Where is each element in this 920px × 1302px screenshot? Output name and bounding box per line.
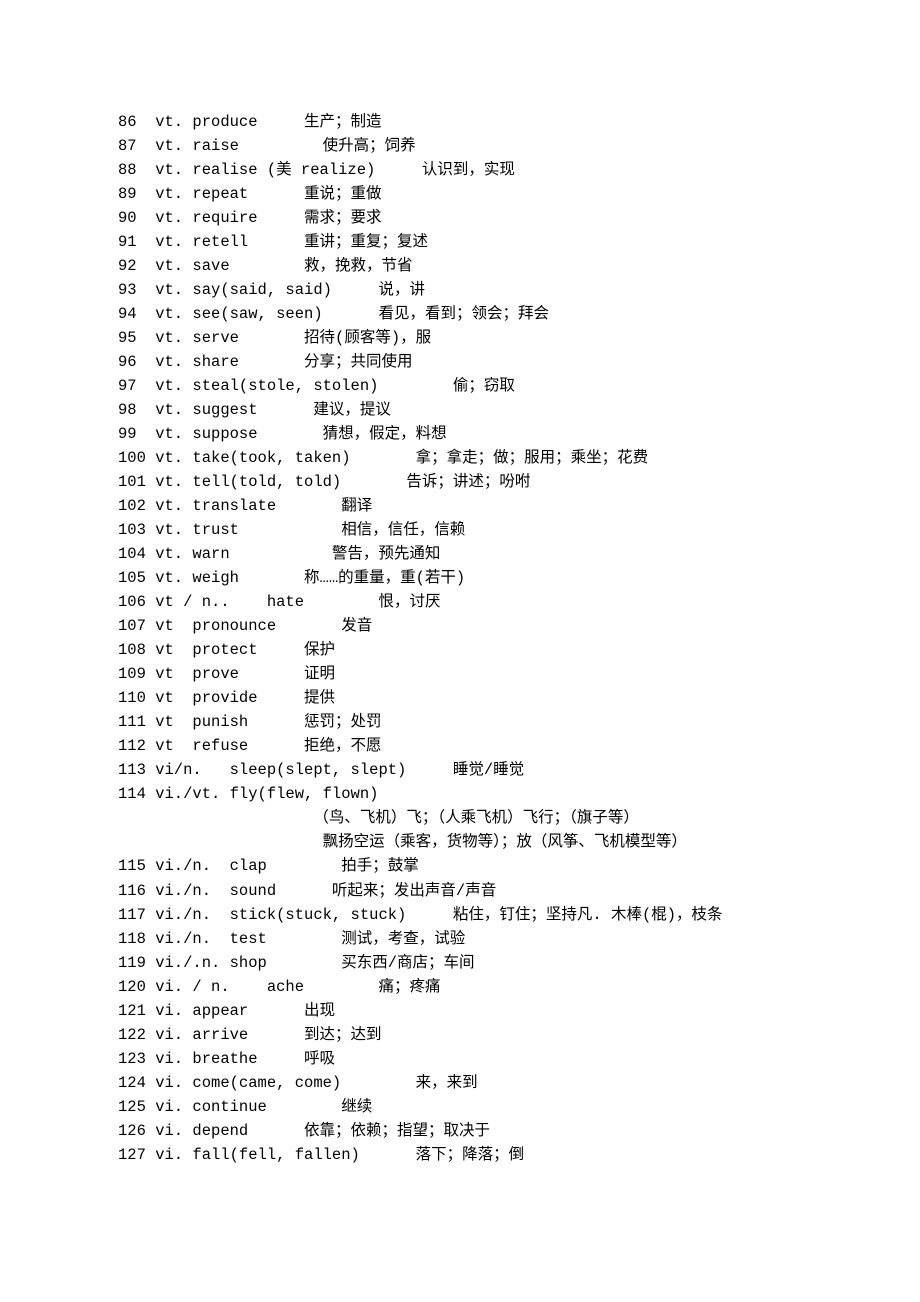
vocab-line: 88 vt. realise (美 realize) 认识到，实现 (118, 158, 860, 182)
vocab-line: 100 vt. take(took, taken) 拿；拿走；做；服用；乘坐；花… (118, 446, 860, 470)
vocab-line: 95 vt. serve 招待(顾客等)，服 (118, 326, 860, 350)
document-page: 86 vt. produce 生产；制造 87 vt. raise 使升高；饲养… (0, 0, 920, 1227)
vocab-line: 123 vi. breathe 呼吸 (118, 1047, 860, 1071)
vocab-line: 125 vi. continue 继续 (118, 1095, 860, 1119)
vocab-line: 96 vt. share 分享；共同使用 (118, 350, 860, 374)
vocab-line: 127 vi. fall(fell, fallen) 落下；降落；倒 (118, 1143, 860, 1167)
vocab-line: 122 vi. arrive 到达；达到 (118, 1023, 860, 1047)
vocab-line: 112 vt refuse 拒绝，不愿 (118, 734, 860, 758)
vocab-line: 113 vi/n. sleep(slept, slept) 睡觉/睡觉 (118, 758, 860, 782)
vocab-line: 126 vi. depend 依靠；依赖；指望；取决于 (118, 1119, 860, 1143)
vocab-line: 106 vt / n.. hate 恨，讨厌 (118, 590, 860, 614)
vocab-line: 86 vt. produce 生产；制造 (118, 110, 860, 134)
vocab-line: 118 vi./n. test 测试，考查，试验 (118, 927, 860, 951)
vocab-line: 92 vt. save 救，挽救，节省 (118, 254, 860, 278)
vocab-line: 104 vt. warn 警告，预先通知 (118, 542, 860, 566)
vocab-line: 120 vi. / n. ache 痛；疼痛 (118, 975, 860, 999)
vocab-line: 99 vt. suppose 猜想，假定，料想 (118, 422, 860, 446)
vocab-line: 110 vt provide 提供 (118, 686, 860, 710)
vocab-line: 89 vt. repeat 重说；重做 (118, 182, 860, 206)
vocab-line: 87 vt. raise 使升高；饲养 (118, 134, 860, 158)
vocab-line: 98 vt. suggest 建议，提议 (118, 398, 860, 422)
vocab-line: 105 vt. weigh 称……的重量，重(若干) (118, 566, 860, 590)
vocab-line: 97 vt. steal(stole, stolen) 偷；窃取 (118, 374, 860, 398)
vocab-line: 93 vt. say(said, said) 说，讲 (118, 278, 860, 302)
vocab-line: （鸟、飞机）飞；（人乘飞机）飞行；（旗子等） (118, 806, 860, 830)
vocab-line: 114 vi./vt. fly(flew, flown) (118, 782, 860, 806)
vocab-line: 102 vt. translate 翻译 (118, 494, 860, 518)
vocab-line: 111 vt punish 惩罚；处罚 (118, 710, 860, 734)
vocab-line: 121 vi. appear 出现 (118, 999, 860, 1023)
vocab-line: 103 vt. trust 相信，信任，信赖 (118, 518, 860, 542)
vocab-line: 115 vi./n. clap 拍手；鼓掌 (118, 854, 860, 878)
vocab-line: 116 vi./n. sound 听起来；发出声音/声音 (118, 879, 860, 903)
vocab-line: 101 vt. tell(told, told) 告诉；讲述；吩咐 (118, 470, 860, 494)
vocab-line: 124 vi. come(came, come) 来，来到 (118, 1071, 860, 1095)
vocab-line: 90 vt. require 需求；要求 (118, 206, 860, 230)
vocab-line: 107 vt pronounce 发音 (118, 614, 860, 638)
vocab-line: 91 vt. retell 重讲；重复；复述 (118, 230, 860, 254)
vocab-line: 119 vi./.n. shop 买东西/商店；车间 (118, 951, 860, 975)
vocab-line: 117 vi./n. stick(stuck, stuck) 粘住，钉住；坚持凡… (118, 903, 860, 927)
vocab-line: 94 vt. see(saw, seen) 看见，看到；领会；拜会 (118, 302, 860, 326)
vocab-line: 飘扬空运（乘客，货物等）；放（风筝、飞机模型等） (118, 830, 860, 854)
vocab-line: 108 vt protect 保护 (118, 638, 860, 662)
vocab-line: 109 vt prove 证明 (118, 662, 860, 686)
